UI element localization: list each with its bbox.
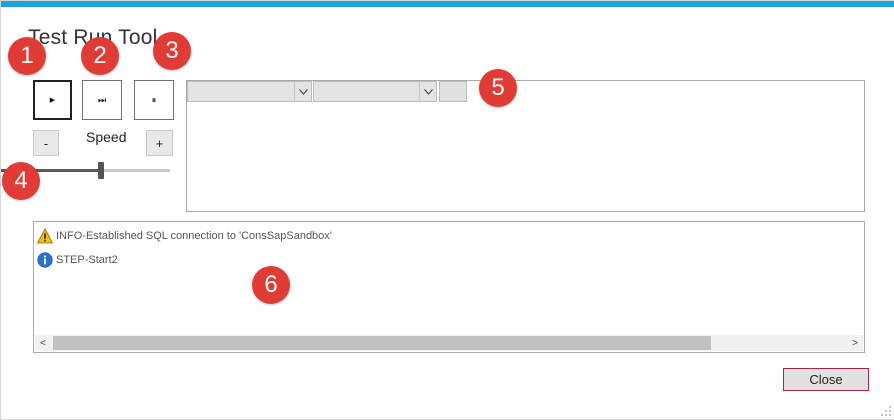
log-output[interactable]: INFO-Established SQL connection to 'Cons…: [33, 221, 865, 353]
chevron-down-icon[interactable]: [419, 82, 436, 101]
log-entry-text: INFO-Established SQL connection to 'Cons…: [56, 230, 332, 242]
pause-button[interactable]: ⏸: [134, 80, 174, 120]
window-accent-bar: [1, 1, 894, 7]
annotation-badge-1: 1: [8, 37, 46, 75]
combo-box-1[interactable]: [187, 81, 312, 102]
annotation-badge-4: 4: [2, 162, 40, 200]
annotation-badge-2: 2: [81, 37, 119, 75]
log-entry: INFO-Established SQL connection to 'Cons…: [36, 228, 332, 244]
play-button[interactable]: ▶: [33, 80, 72, 120]
speed-increase-button[interactable]: +: [146, 130, 173, 156]
speed-decrease-button[interactable]: -: [33, 130, 59, 156]
resize-grip-icon[interactable]: [881, 406, 891, 416]
scroll-left-icon[interactable]: <: [35, 335, 51, 351]
warning-icon: [36, 228, 54, 244]
test-run-tool-window: Test Run Tool ▶ ⏭ ⏸ - Speed +: [0, 0, 894, 420]
log-entry-text: STEP-Start2: [56, 254, 118, 266]
configuration-panel: [186, 80, 865, 212]
chevron-down-icon[interactable]: [294, 82, 311, 101]
speed-slider-thumb[interactable]: [98, 162, 104, 179]
panel-action-button[interactable]: [439, 81, 467, 102]
annotation-badge-3: 3: [153, 32, 191, 70]
log-entry: STEP-Start2: [37, 252, 118, 268]
scroll-right-icon[interactable]: >: [847, 335, 863, 351]
pause-icon: ⏸: [151, 94, 157, 105]
step-forward-icon: ⏭: [97, 94, 107, 105]
play-icon: ▶: [49, 97, 56, 104]
info-icon: [37, 252, 53, 268]
combo-box-2[interactable]: [313, 81, 437, 102]
step-forward-button[interactable]: ⏭: [82, 80, 122, 120]
annotation-badge-5: 5: [479, 69, 517, 107]
horizontal-scrollbar[interactable]: < >: [35, 335, 863, 351]
annotation-badge-6: 6: [252, 266, 290, 304]
scrollbar-thumb[interactable]: [53, 336, 711, 350]
speed-label: Speed: [86, 129, 127, 145]
close-button[interactable]: Close: [783, 368, 869, 391]
